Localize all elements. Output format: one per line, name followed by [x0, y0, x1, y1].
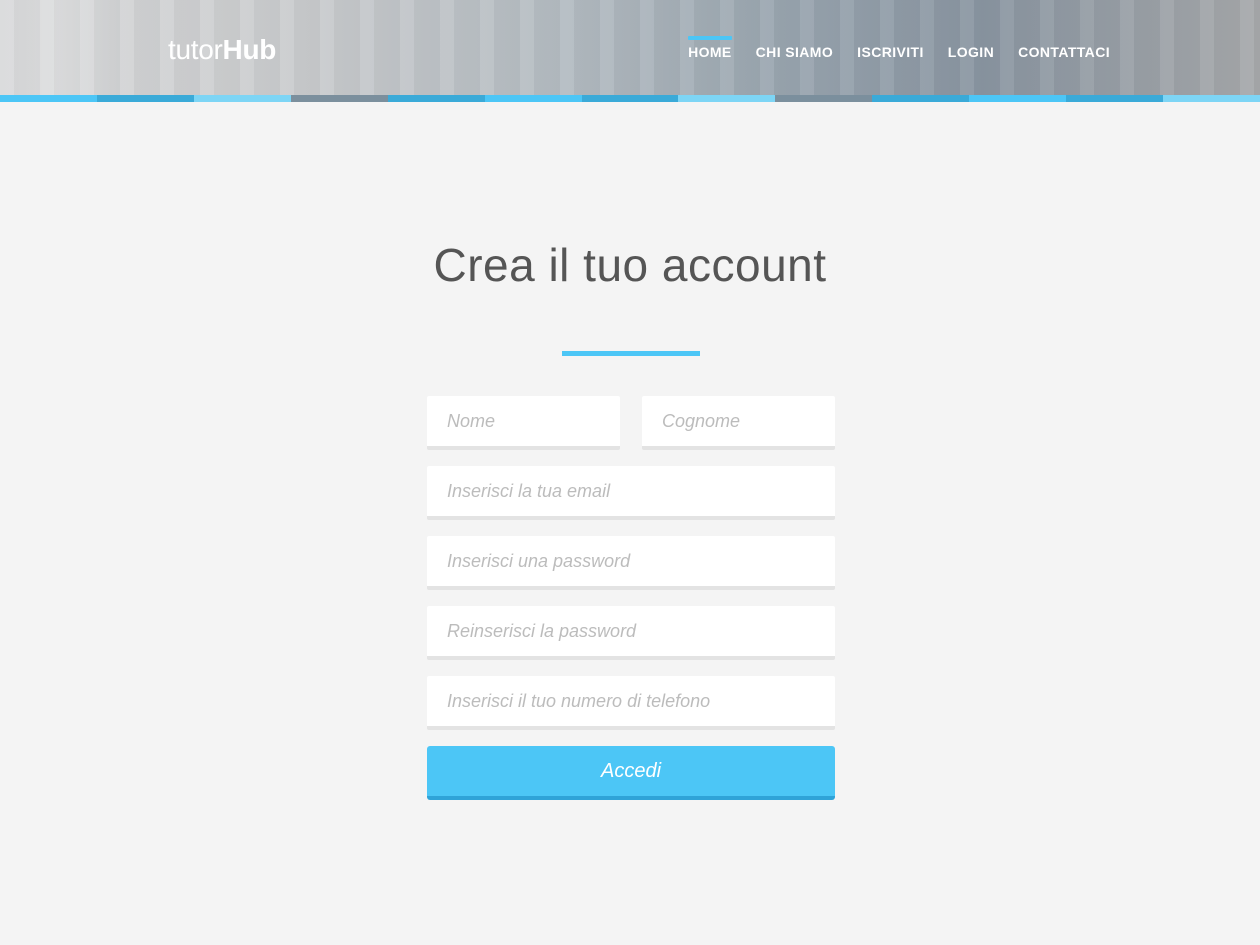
confirm-password-input[interactable]: [427, 606, 835, 660]
nav-item-chi-siamo[interactable]: CHI SIAMO: [756, 0, 834, 60]
email-input[interactable]: [427, 466, 835, 520]
stripe-segment: [775, 95, 873, 102]
logo-text-light: tutor: [168, 34, 223, 65]
logo-text-bold: Hub: [222, 34, 277, 65]
stripe-segment: [678, 95, 776, 102]
stripe-segment: [1163, 95, 1260, 102]
first-name-input[interactable]: [427, 396, 620, 450]
nav-item-iscriviti[interactable]: ISCRIVITI: [857, 0, 924, 60]
submit-button[interactable]: Accedi: [427, 746, 835, 800]
stripe-segment: [96, 95, 194, 102]
stripe-segment: [193, 95, 291, 102]
password-input[interactable]: [427, 536, 835, 590]
phone-input[interactable]: [427, 676, 835, 730]
title-underline: [562, 351, 700, 356]
stripe-segment: [969, 95, 1067, 102]
nav-item-home[interactable]: HOME: [688, 0, 732, 60]
stripe-segment: [387, 95, 485, 102]
logo[interactable]: tutorHub: [168, 33, 276, 67]
page-title: Crea il tuo account: [433, 239, 827, 291]
main-nav: HOME CHI SIAMO ISCRIVITI LOGIN CONTATTAC…: [664, 0, 1110, 95]
nav-item-contattaci[interactable]: CONTATTACI: [1018, 0, 1110, 60]
stripe-segment: [290, 95, 388, 102]
nav-item-login[interactable]: LOGIN: [948, 0, 994, 60]
stripe-segment: [484, 95, 582, 102]
stripe-segment: [872, 95, 970, 102]
header-color-stripe: [0, 95, 1260, 102]
last-name-input[interactable]: [642, 396, 835, 450]
stripe-segment: [0, 95, 97, 102]
stripe-segment: [1066, 95, 1164, 102]
stripe-segment: [581, 95, 679, 102]
header: tutorHub HOME CHI SIAMO ISCRIVITI LOGIN …: [0, 0, 1260, 95]
